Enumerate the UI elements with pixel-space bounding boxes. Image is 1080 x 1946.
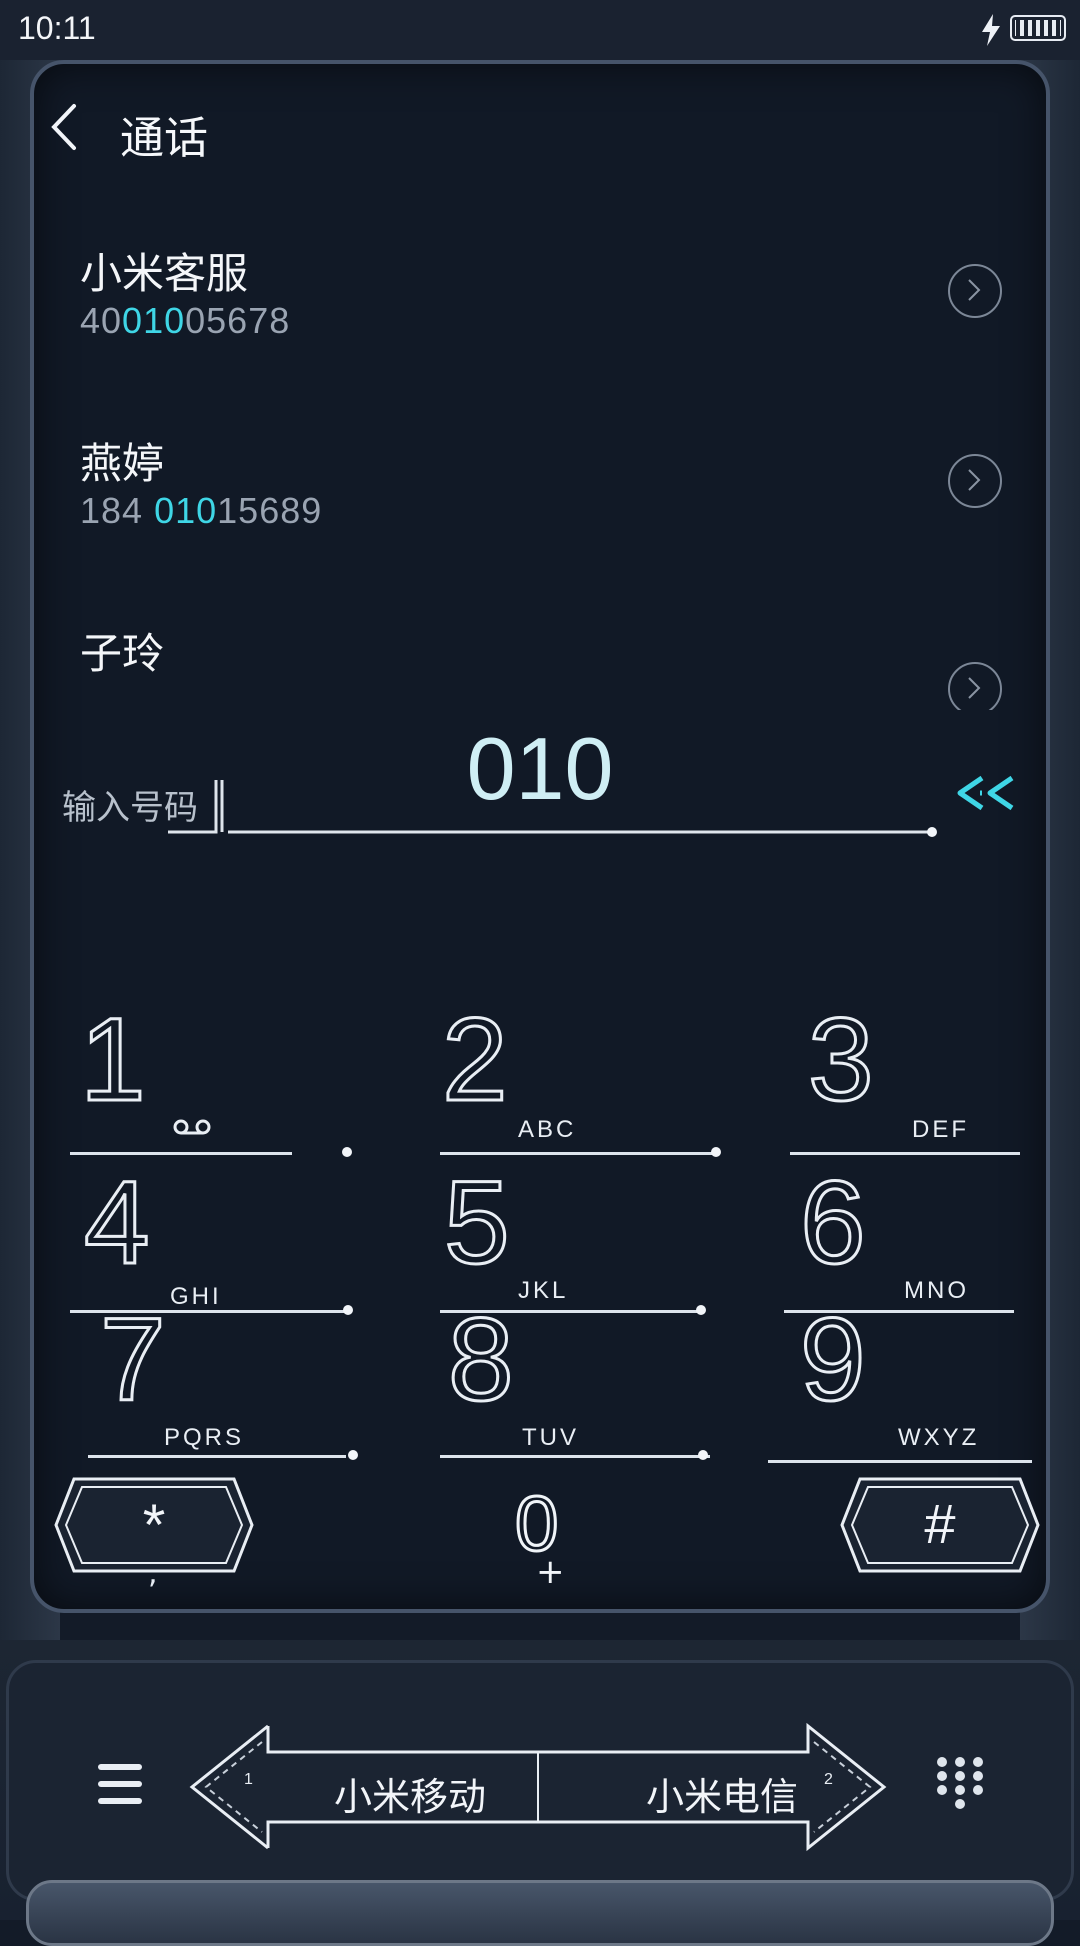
key-letters: DEF bbox=[912, 1116, 969, 1143]
key-1[interactable]: 1 bbox=[60, 993, 360, 1157]
bottom-bar: 1 2 小米移动 小米电信 bbox=[0, 1640, 1080, 1920]
back-button[interactable] bbox=[46, 100, 86, 154]
menu-icon[interactable] bbox=[96, 1762, 144, 1806]
header: 通话 bbox=[0, 60, 1080, 192]
key-digit: 7 bbox=[99, 1293, 168, 1428]
key-letters: TUV bbox=[522, 1424, 579, 1451]
battery-icon bbox=[1010, 15, 1066, 41]
chevron-right-icon bbox=[968, 469, 981, 491]
contact-detail-button[interactable] bbox=[948, 662, 1002, 710]
key-digit: 1 bbox=[79, 993, 148, 1128]
contact-name: 子玲 bbox=[80, 629, 165, 678]
home-indicator bbox=[26, 1880, 1054, 1946]
input-label: 输入号码 bbox=[62, 788, 198, 828]
key-letters: ABC bbox=[518, 1116, 577, 1143]
contact-row[interactable]: 燕婷 184 01015689 bbox=[80, 430, 1020, 600]
svg-text:#: # bbox=[924, 1492, 955, 1555]
key-2[interactable]: 2 ABC bbox=[430, 993, 730, 1157]
voicemail-icon bbox=[173, 1119, 211, 1135]
status-bar: 10:11 bbox=[0, 0, 1080, 60]
key-digit: 3 bbox=[807, 993, 876, 1128]
contact-number: 184 01015689 bbox=[80, 490, 323, 531]
chevron-right-icon bbox=[968, 677, 981, 699]
star-sub-label: , bbox=[148, 1556, 158, 1591]
status-time: 10:11 bbox=[18, 10, 96, 46]
contact-row[interactable]: 子玲 bbox=[80, 620, 1020, 710]
zero-sub-label: + bbox=[536, 1552, 565, 1592]
charging-icon bbox=[982, 14, 1000, 46]
key-8[interactable]: 8 TUV bbox=[430, 1293, 730, 1460]
dialpad-icon[interactable] bbox=[936, 1756, 984, 1812]
key-digit: 4 bbox=[83, 1156, 152, 1291]
sim1-call-button[interactable]: 小米移动 bbox=[334, 1766, 486, 1821]
key-digit: 8 bbox=[447, 1293, 516, 1428]
delete-button[interactable] bbox=[954, 772, 1026, 814]
contact-row[interactable]: 小米客服 4001005678 bbox=[80, 240, 1020, 410]
svg-text:*: * bbox=[143, 1493, 166, 1558]
key-letters: WXYZ bbox=[898, 1424, 980, 1451]
key-digit: 6 bbox=[799, 1156, 868, 1291]
key-letters: PQRS bbox=[164, 1424, 245, 1451]
key-digit: 9 bbox=[799, 1293, 868, 1428]
contact-name: 燕婷 bbox=[80, 439, 165, 488]
contact-number: 4001005678 bbox=[80, 300, 291, 341]
contact-detail-button[interactable] bbox=[948, 264, 1002, 318]
keypad: 1 2 ABC 3 DEF 4 GHI 5 JKL 6 MNO 7 PQRS 8… bbox=[0, 960, 1080, 1463]
key-3[interactable]: 3 DEF bbox=[780, 993, 1080, 1155]
key-hash[interactable]: # bbox=[838, 1475, 1042, 1575]
key-digit: 5 bbox=[443, 1156, 512, 1291]
key-9[interactable]: 9 WXYZ bbox=[764, 1293, 1064, 1463]
page-title: 通话 bbox=[120, 113, 208, 164]
key-4[interactable]: 4 GHI bbox=[60, 1155, 360, 1315]
sim2-call-button[interactable]: 小米电信 bbox=[646, 1766, 798, 1821]
key-digit: 2 bbox=[441, 993, 510, 1128]
key-5[interactable]: 5 JKL bbox=[430, 1155, 730, 1315]
key-6[interactable]: 6 MNO bbox=[780, 1155, 1080, 1313]
contact-name: 小米客服 bbox=[80, 249, 249, 298]
key-7[interactable]: 7 PQRS bbox=[60, 1293, 360, 1460]
number-input[interactable]: 010 bbox=[300, 718, 780, 820]
svg-text:1: 1 bbox=[244, 1771, 253, 1788]
chevron-right-icon bbox=[968, 279, 981, 301]
svg-text:2: 2 bbox=[824, 1771, 833, 1788]
contact-list-clip: 子玲 bbox=[0, 600, 1080, 710]
contact-detail-button[interactable] bbox=[948, 454, 1002, 508]
